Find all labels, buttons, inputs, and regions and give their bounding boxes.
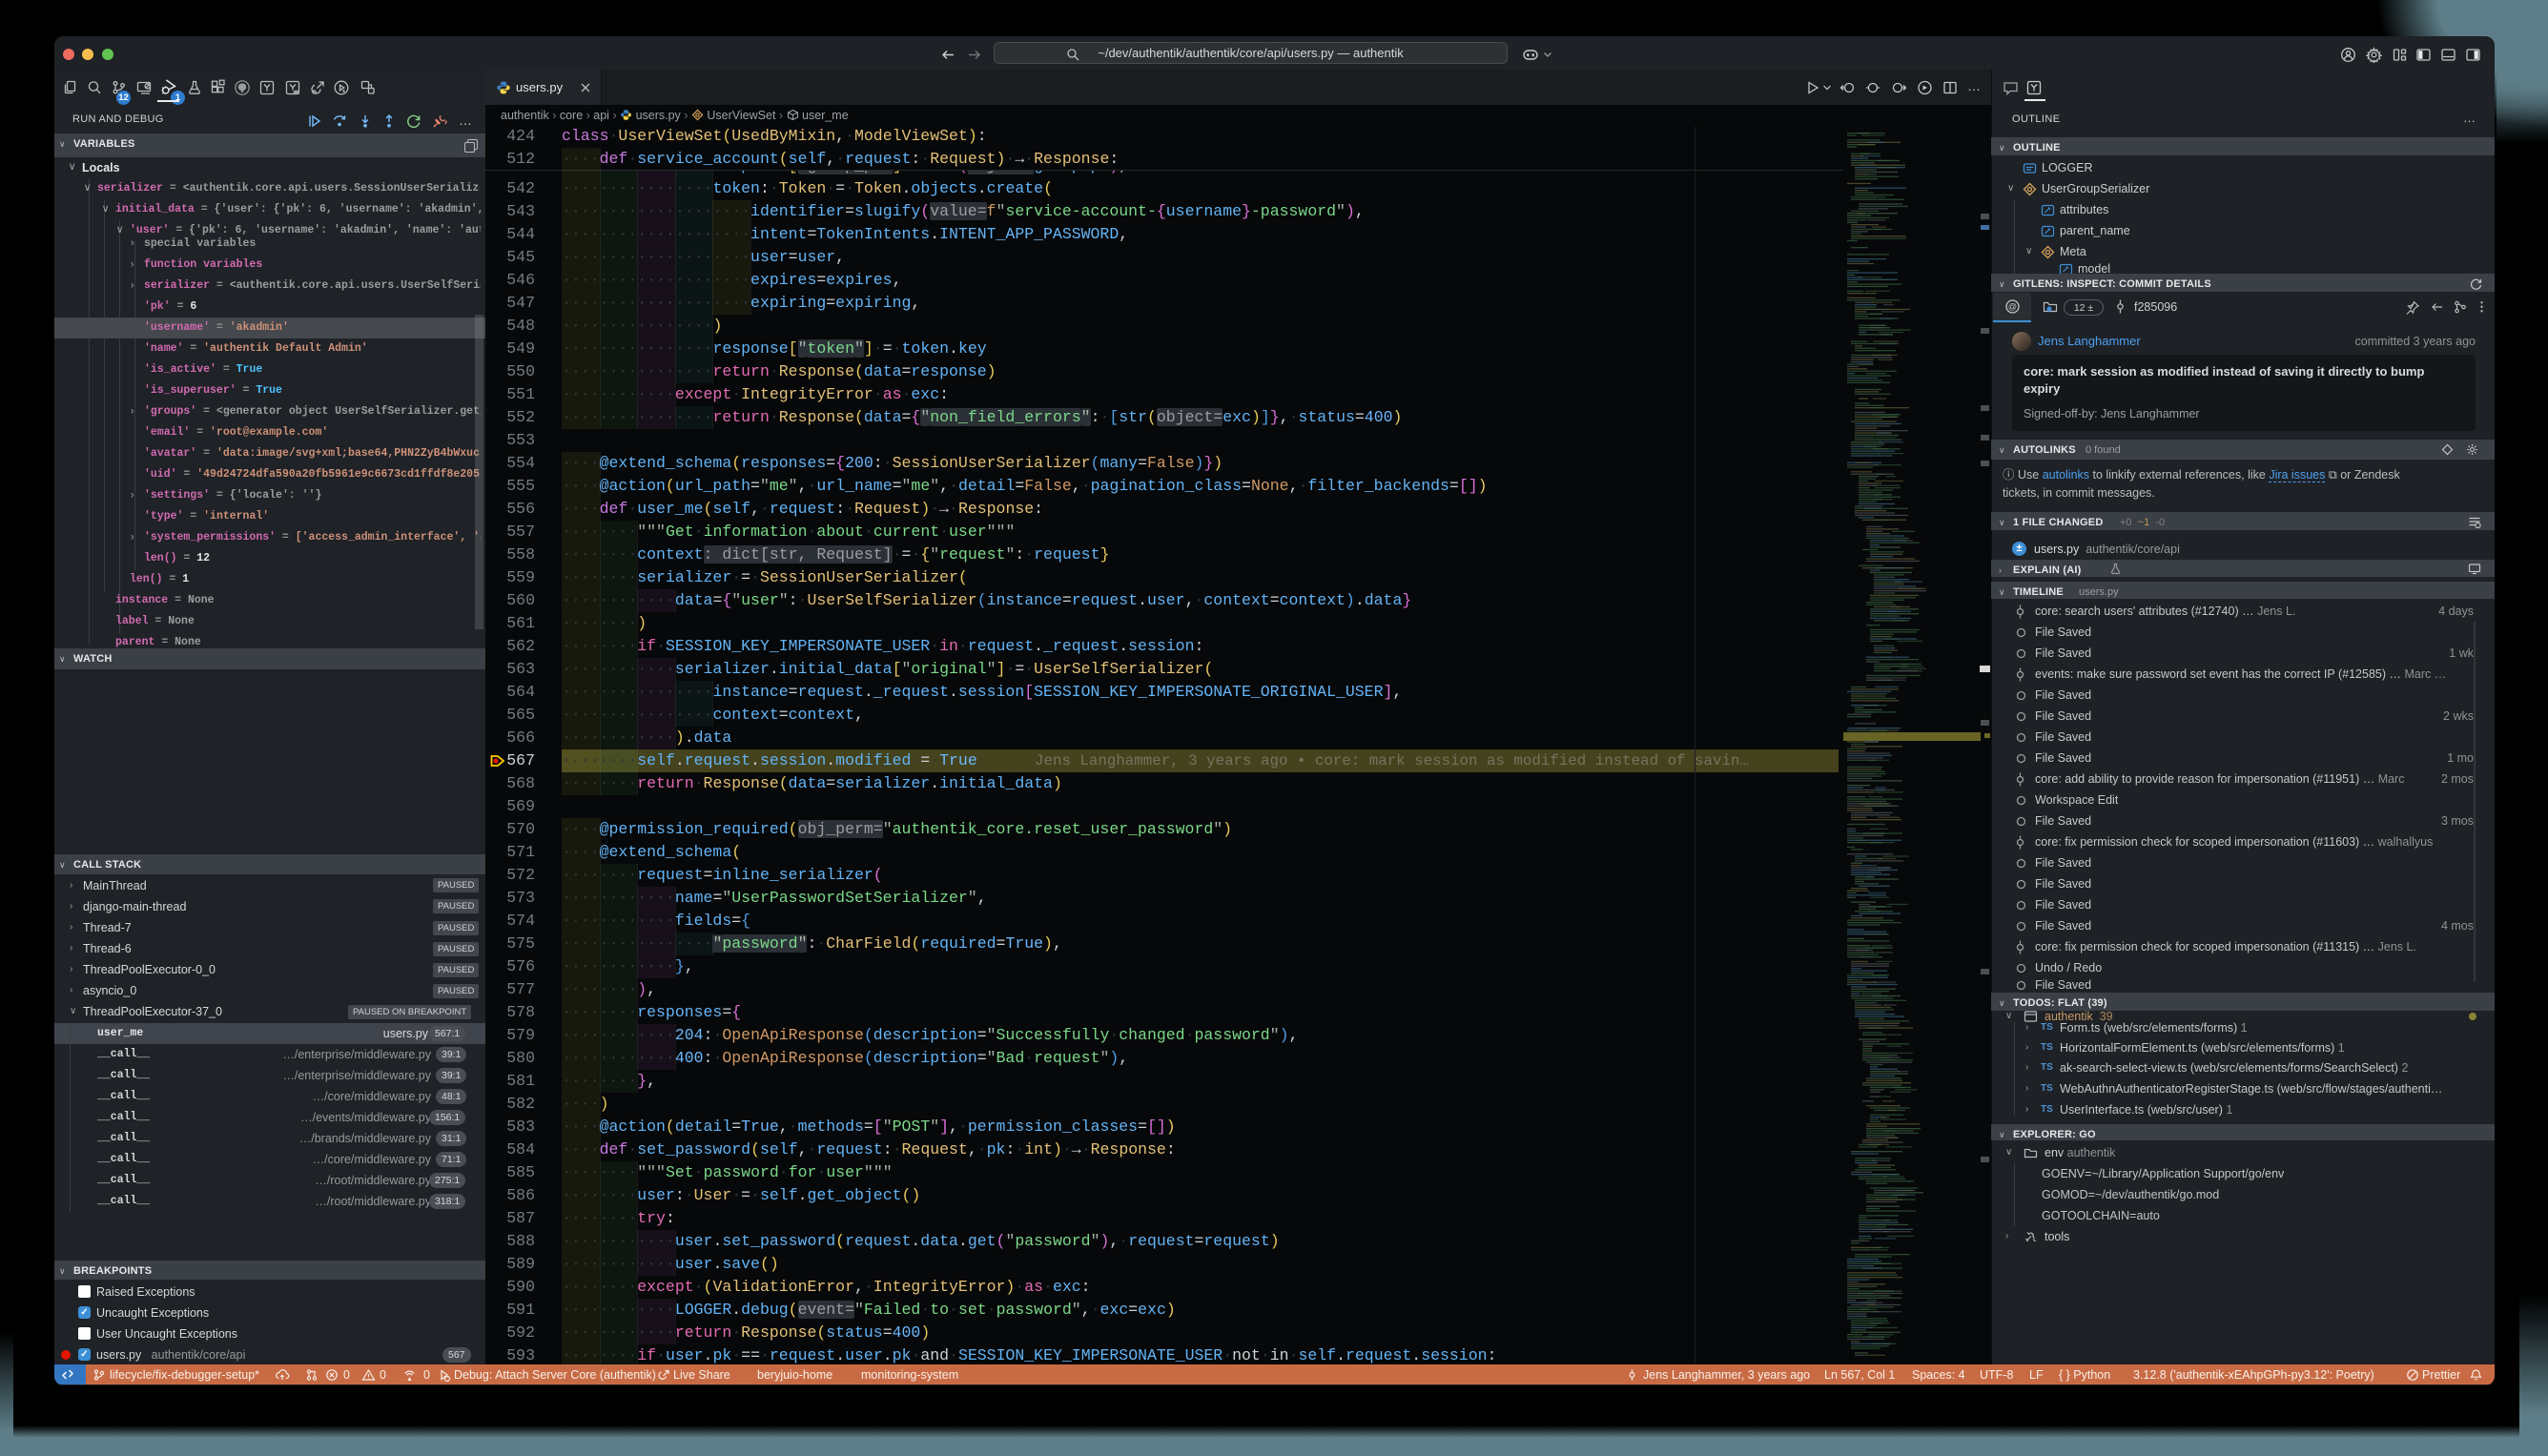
svg-text:@: @ <box>2008 302 2017 312</box>
